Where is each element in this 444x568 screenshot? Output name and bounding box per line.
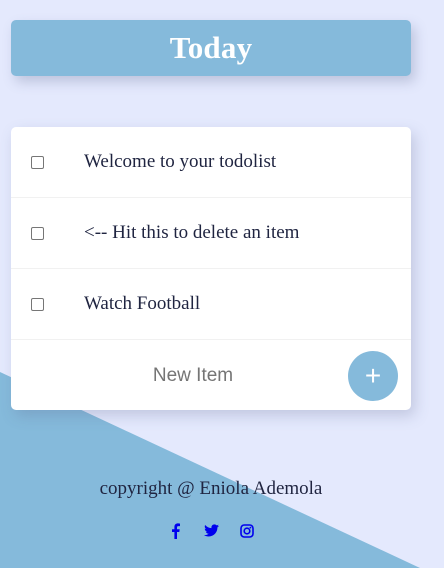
header-box: Today bbox=[11, 20, 411, 76]
todo-item: Welcome to your todolist bbox=[11, 127, 411, 198]
page-title: Today bbox=[169, 30, 253, 65]
copyright-text: copyright @ Eniola Ademola bbox=[99, 478, 323, 499]
item-checkbox[interactable] bbox=[31, 226, 44, 240]
new-item-input[interactable] bbox=[81, 359, 305, 393]
new-item-form: + bbox=[11, 340, 411, 411]
item-label: Welcome to your todolist bbox=[84, 151, 277, 172]
twitter-icon[interactable] bbox=[203, 523, 219, 538]
social-links bbox=[0, 522, 422, 539]
footer: copyright @ Eniola Ademola bbox=[0, 478, 422, 539]
instagram-icon[interactable] bbox=[240, 523, 255, 538]
item-checkbox[interactable] bbox=[31, 155, 44, 169]
facebook-icon[interactable] bbox=[168, 522, 183, 539]
item-checkbox[interactable] bbox=[31, 297, 44, 311]
add-item-button[interactable]: + bbox=[348, 351, 398, 401]
todo-item: <-- Hit this to delete an item bbox=[11, 198, 411, 269]
todo-item: Watch Football bbox=[11, 269, 411, 340]
item-label: <-- Hit this to delete an item bbox=[84, 222, 300, 243]
todo-list: Welcome to your todolist <-- Hit this to… bbox=[11, 127, 411, 410]
item-label: Watch Football bbox=[84, 293, 201, 314]
